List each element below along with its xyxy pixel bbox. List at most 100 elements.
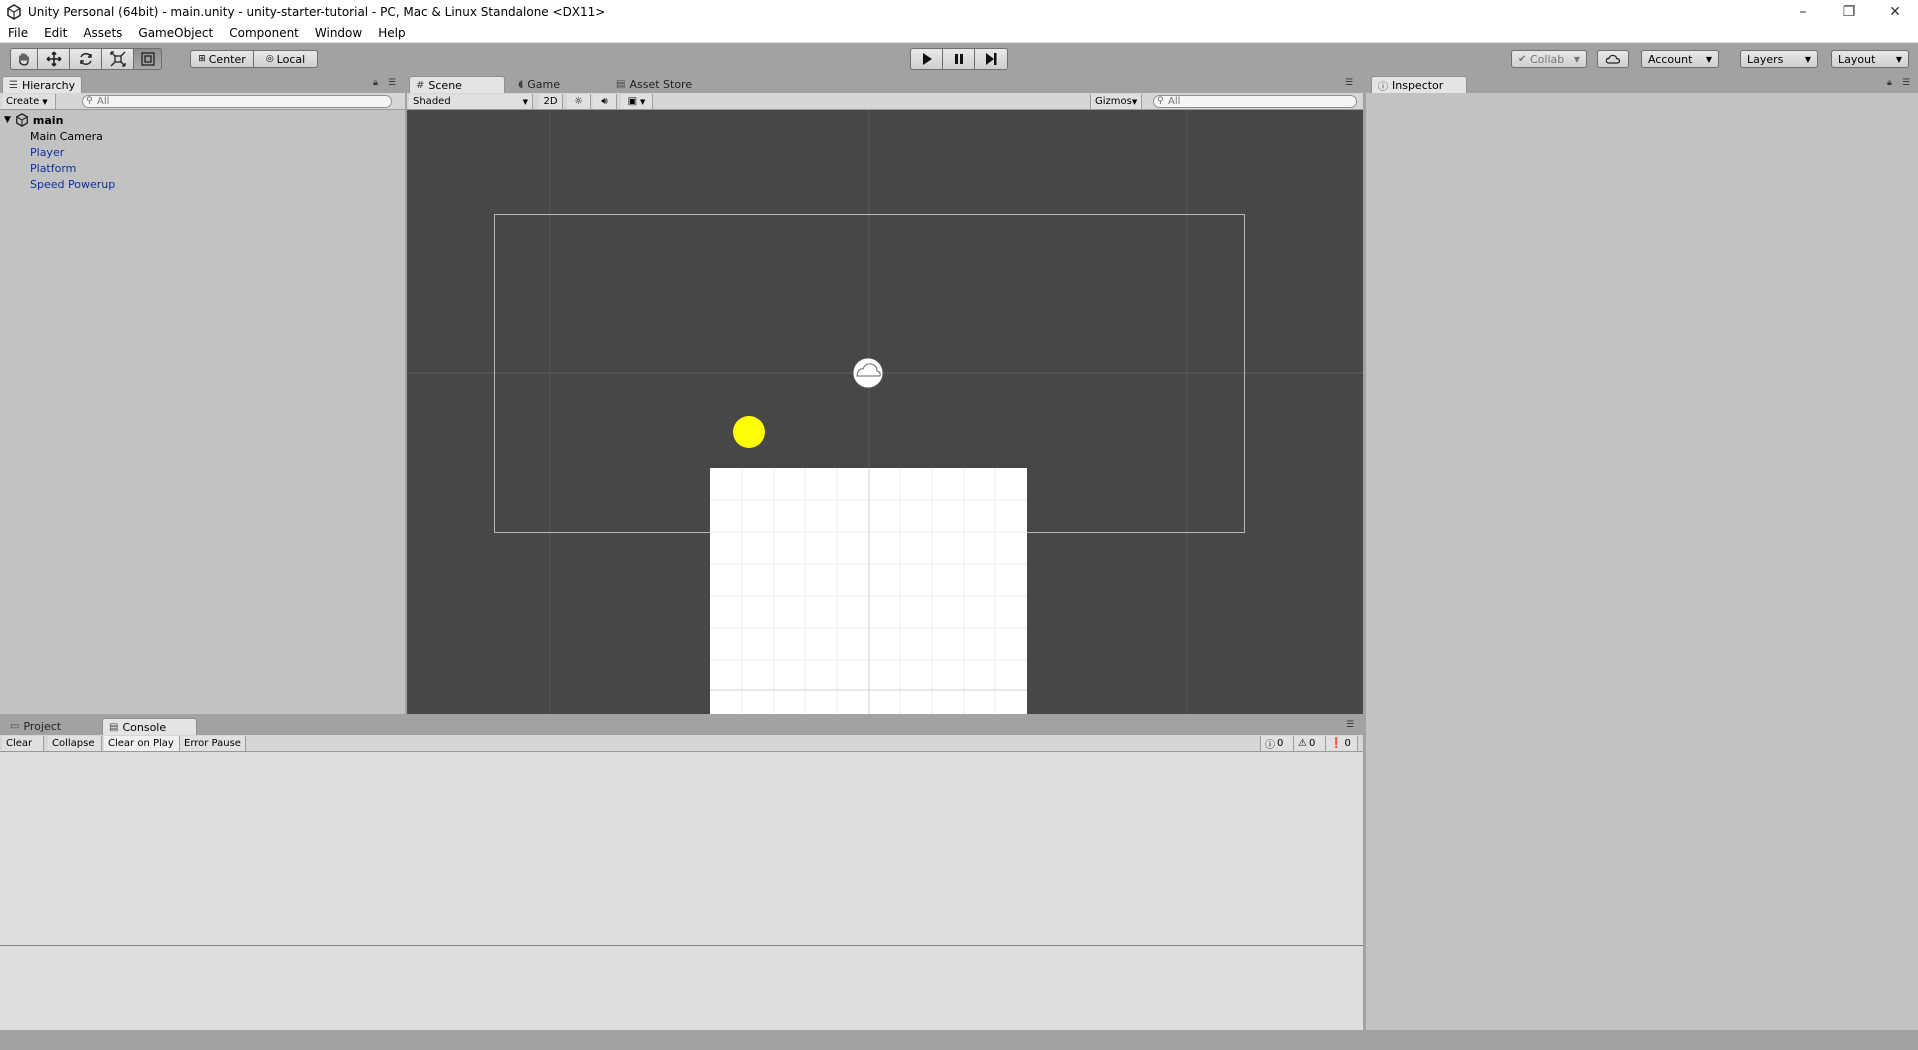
play-button[interactable] <box>910 48 943 70</box>
menu-window[interactable]: Window <box>307 26 370 40</box>
tab-console[interactable]: ▤ Console <box>102 718 197 735</box>
pivot-toggles: ⊞ Center ◎ Local <box>190 50 318 68</box>
scene-viewport[interactable] <box>407 110 1363 714</box>
speaker-icon: 🔊︎ <box>601 96 608 107</box>
pivot-center-button[interactable]: ⊞ Center <box>190 50 254 68</box>
hierarchy-tabbar: ☰ Hierarchy 🔒︎ ☰ <box>0 74 405 93</box>
search-icon: ⚲ <box>1157 96 1164 106</box>
lock-icon[interactable]: 🔒︎ <box>1887 78 1892 88</box>
pivot-local-button[interactable]: ◎ Local <box>254 50 318 68</box>
panel-menu-icon[interactable]: ☰ <box>1345 78 1353 88</box>
panel-menu-icon[interactable]: ☰ <box>388 78 396 88</box>
console-clear-on-play-label: Clear on Play <box>108 738 174 749</box>
console-tabbar: ▭ Project ▤ Console ☰ <box>0 716 1363 735</box>
tab-asset-store[interactable]: ▤ Asset Store <box>610 76 710 93</box>
menu-edit[interactable]: Edit <box>36 26 75 40</box>
tab-hierarchy-label: Hierarchy <box>21 78 76 92</box>
step-icon <box>986 53 997 65</box>
account-dropdown[interactable]: Account ▼ <box>1641 50 1719 68</box>
panel-menu-icon[interactable]: ☰ <box>1902 78 1910 88</box>
console-collapse-button[interactable]: Collapse <box>48 736 102 751</box>
scale-tool-button[interactable] <box>102 48 134 70</box>
console-log-area[interactable] <box>0 752 1363 1030</box>
hand-tool-button[interactable] <box>10 48 38 70</box>
pause-button[interactable] <box>943 48 975 70</box>
menu-component[interactable]: Component <box>221 26 307 40</box>
create-dropdown[interactable]: Create ▼ <box>2 94 56 109</box>
chevron-down-icon: ▼ <box>1705 54 1712 64</box>
console-clear-on-play-toggle[interactable]: Clear on Play <box>104 736 180 751</box>
console-icon: ▤ <box>109 721 119 733</box>
unity-scene-icon <box>16 113 28 127</box>
console-panel: ▭ Project ▤ Console ☰ Clear Collapse Cle… <box>0 716 1363 1030</box>
step-button[interactable] <box>975 48 1008 70</box>
hierarchy-item-speed-powerup[interactable]: Speed Powerup <box>0 176 405 192</box>
console-collapse-label: Collapse <box>52 738 95 749</box>
status-bar <box>0 1030 1918 1050</box>
scene-panel: # Scene ◖ Game ▤ Asset Store ☰ Shaded ▼ … <box>407 74 1363 714</box>
hierarchy-item-label: Player <box>30 145 65 159</box>
scene-search-input[interactable]: ⚲ All <box>1153 95 1357 108</box>
scene-row[interactable]: ▼ main <box>0 112 405 128</box>
layers-dropdown[interactable]: Layers ▼ <box>1740 50 1818 68</box>
gizmos-dropdown[interactable]: Gizmos ▼ <box>1090 94 1142 109</box>
collab-dropdown[interactable]: ✔ Collab ▼ <box>1511 50 1587 68</box>
sun-icon: ☼ <box>574 96 583 107</box>
rect-tool-button[interactable] <box>134 48 162 70</box>
shading-mode-dropdown[interactable]: Shaded ▼ <box>409 94 533 109</box>
menu-gameobject[interactable]: GameObject <box>130 26 221 40</box>
hierarchy-search-input[interactable]: ⚲ All <box>82 95 392 108</box>
expand-triangle-icon[interactable]: ▼ <box>4 115 11 125</box>
scale-icon <box>109 51 126 67</box>
shading-mode-label: Shaded <box>413 96 451 107</box>
console-error-pause-toggle[interactable]: Error Pause <box>180 736 246 751</box>
console-clear-button[interactable]: Clear <box>2 736 44 751</box>
console-warning-count: 0 <box>1308 738 1316 749</box>
hierarchy-item-main-camera[interactable]: Main Camera <box>0 128 405 144</box>
main-toolbar: ⊞ Center ◎ Local ✔ Collab ▼ Account ▼ La… <box>0 43 1918 74</box>
rotate-tool-button[interactable] <box>70 48 102 70</box>
scene-lighting-toggle[interactable]: ☼ <box>567 94 591 109</box>
tab-scene[interactable]: # Scene <box>409 76 505 93</box>
lock-icon[interactable]: 🔒︎ <box>373 78 378 88</box>
speed-powerup-sprite[interactable] <box>733 416 765 448</box>
layout-dropdown[interactable]: Layout ▼ <box>1831 50 1909 68</box>
cloud-services-button[interactable] <box>1597 50 1629 68</box>
console-detail-divider[interactable] <box>0 945 1363 946</box>
play-icon <box>922 53 932 65</box>
scene-canvas[interactable] <box>407 110 1363 714</box>
hierarchy-item-player[interactable]: Player <box>0 144 405 160</box>
menu-file[interactable]: File <box>0 26 36 40</box>
console-warning-filter[interactable]: ⚠ 0 <box>1294 736 1326 751</box>
unity-logo-icon <box>7 3 21 20</box>
console-clear-label: Clear <box>6 738 33 749</box>
scene-effects-dropdown[interactable]: ▣ ▼ <box>621 94 653 109</box>
grid-icon: # <box>416 79 425 91</box>
list-icon: ☰ <box>9 79 18 91</box>
scene-name: main <box>32 113 64 127</box>
menu-assets[interactable]: Assets <box>75 26 130 40</box>
tab-hierarchy[interactable]: ☰ Hierarchy <box>2 76 82 93</box>
folder-icon: ▭ <box>10 721 20 732</box>
2d-mode-toggle[interactable]: 2D <box>539 94 563 109</box>
restore-button[interactable]: ❐ <box>1826 0 1872 23</box>
move-tool-button[interactable] <box>38 48 70 70</box>
tab-project[interactable]: ▭ Project <box>4 718 94 735</box>
tab-game-label: Game <box>527 78 561 91</box>
tab-game[interactable]: ◖ Game <box>512 76 598 93</box>
console-error-filter[interactable]: ❗ 0 <box>1326 736 1358 751</box>
hierarchy-item-label: Main Camera <box>30 129 103 143</box>
hierarchy-item-platform[interactable]: Platform <box>0 160 405 176</box>
console-info-filter[interactable]: ⓘ 0 <box>1260 736 1294 751</box>
close-button[interactable]: ✕ <box>1872 0 1918 23</box>
minimize-button[interactable]: – <box>1780 0 1826 23</box>
tab-inspector[interactable]: ⓘ Inspector <box>1371 76 1467 93</box>
rotate-icon <box>79 53 92 65</box>
menu-help[interactable]: Help <box>370 26 413 40</box>
scene-audio-toggle[interactable]: 🔊︎ <box>593 94 617 109</box>
hand-icon <box>19 53 29 66</box>
console-toolbar: Clear Collapse Clear on Play Error Pause… <box>0 735 1363 752</box>
tab-project-label: Project <box>23 720 62 733</box>
scene-subbar: Shaded ▼ 2D ☼ 🔊︎ ▣ ▼ Gizmos ▼ ⚲ All <box>407 93 1363 110</box>
panel-menu-icon[interactable]: ☰ <box>1346 720 1354 730</box>
